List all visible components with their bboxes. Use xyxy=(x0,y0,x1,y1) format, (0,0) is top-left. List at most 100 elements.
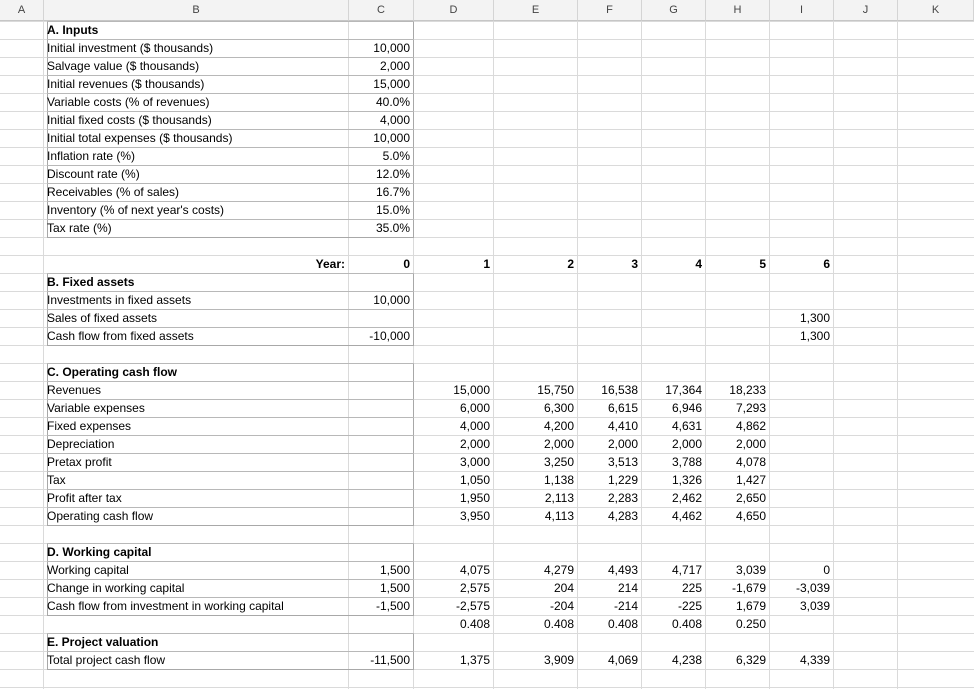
row-label[interactable]: Working capital xyxy=(44,562,349,579)
year-cell[interactable]: 0 xyxy=(349,256,414,273)
value-cell[interactable]: 4,339 xyxy=(770,652,834,669)
input-label[interactable]: Discount rate (%) xyxy=(44,166,349,183)
input-value[interactable]: 12.0% xyxy=(349,166,414,183)
value-cell[interactable]: 1,427 xyxy=(706,472,770,489)
value-cell[interactable]: 2,575 xyxy=(414,580,494,597)
row-label[interactable]: Variable expenses xyxy=(44,400,349,417)
row-label[interactable]: Total project cash flow xyxy=(44,652,349,669)
row-label[interactable]: Operating cash flow xyxy=(44,508,349,525)
value-cell[interactable]: 3,950 xyxy=(414,508,494,525)
value-cell[interactable]: 0.408 xyxy=(494,616,578,633)
value-cell[interactable]: 15,000 xyxy=(414,382,494,399)
value-cell[interactable]: 214 xyxy=(578,580,642,597)
value-cell[interactable]: 4,462 xyxy=(642,508,706,525)
value-cell[interactable]: 2,113 xyxy=(494,490,578,507)
row-label[interactable]: Revenues xyxy=(44,382,349,399)
year-cell[interactable]: 2 xyxy=(494,256,578,273)
input-label[interactable]: Initial total expenses ($ thousands) xyxy=(44,130,349,147)
value-cell[interactable]: 4,279 xyxy=(494,562,578,579)
year-cell[interactable]: 4 xyxy=(642,256,706,273)
value-cell[interactable]: 4,200 xyxy=(494,418,578,435)
value-cell[interactable]: 4,075 xyxy=(414,562,494,579)
column-header-d[interactable]: D xyxy=(414,0,494,21)
section-title[interactable]: E. Project valuation xyxy=(44,634,349,651)
year-cell[interactable]: 3 xyxy=(578,256,642,273)
input-label[interactable]: Salvage value ($ thousands) xyxy=(44,58,349,75)
value-cell[interactable]: 3,909 xyxy=(494,652,578,669)
value-cell[interactable]: 1,300 xyxy=(770,310,834,327)
column-header-j[interactable]: J xyxy=(834,0,898,21)
value-cell[interactable]: 204 xyxy=(494,580,578,597)
input-value[interactable]: 10,000 xyxy=(349,130,414,147)
row-label[interactable]: Change in working capital xyxy=(44,580,349,597)
value-cell[interactable]: 4,069 xyxy=(578,652,642,669)
value-cell[interactable]: 4,631 xyxy=(642,418,706,435)
value-cell[interactable]: -204 xyxy=(494,598,578,615)
value-cell[interactable]: -11,500 xyxy=(349,652,414,669)
value-cell[interactable]: 4,493 xyxy=(578,562,642,579)
input-label[interactable]: Initial fixed costs ($ thousands) xyxy=(44,112,349,129)
value-cell[interactable]: 1,138 xyxy=(494,472,578,489)
input-value[interactable]: 15,000 xyxy=(349,76,414,93)
input-value[interactable]: 15.0% xyxy=(349,202,414,219)
year-cell[interactable]: 5 xyxy=(706,256,770,273)
value-cell[interactable]: 225 xyxy=(642,580,706,597)
value-cell[interactable]: 3,250 xyxy=(494,454,578,471)
input-label[interactable]: Tax rate (%) xyxy=(44,220,349,237)
input-value[interactable]: 16.7% xyxy=(349,184,414,201)
value-cell[interactable]: 6,946 xyxy=(642,400,706,417)
value-cell[interactable]: 1,679 xyxy=(706,598,770,615)
input-label[interactable]: Inventory (% of next year's costs) xyxy=(44,202,349,219)
input-label[interactable]: Inflation rate (%) xyxy=(44,148,349,165)
value-cell[interactable]: 1,500 xyxy=(349,580,414,597)
value-cell[interactable]: 3,039 xyxy=(706,562,770,579)
value-cell[interactable]: 1,326 xyxy=(642,472,706,489)
value-cell[interactable]: 18,233 xyxy=(706,382,770,399)
value-cell[interactable]: 6,000 xyxy=(414,400,494,417)
value-cell[interactable]: 16,538 xyxy=(578,382,642,399)
section-title[interactable]: B. Fixed assets xyxy=(44,274,349,291)
value-cell[interactable]: 0.408 xyxy=(414,616,494,633)
value-cell[interactable]: 6,329 xyxy=(706,652,770,669)
value-cell[interactable]: -10,000 xyxy=(349,328,414,345)
value-cell[interactable]: 4,078 xyxy=(706,454,770,471)
input-value[interactable]: 4,000 xyxy=(349,112,414,129)
value-cell[interactable]: 4,283 xyxy=(578,508,642,525)
column-header-e[interactable]: E xyxy=(494,0,578,21)
value-cell[interactable]: 2,650 xyxy=(706,490,770,507)
year-cell[interactable]: 6 xyxy=(770,256,834,273)
value-cell[interactable]: 2,000 xyxy=(414,436,494,453)
input-value[interactable]: 40.0% xyxy=(349,94,414,111)
value-cell[interactable]: -214 xyxy=(578,598,642,615)
input-label[interactable]: Initial revenues ($ thousands) xyxy=(44,76,349,93)
row-label[interactable]: Profit after tax xyxy=(44,490,349,507)
row-label[interactable]: Cash flow from fixed assets xyxy=(44,328,349,345)
column-header-k[interactable]: K xyxy=(898,0,974,21)
section-title[interactable]: A. Inputs xyxy=(44,22,349,39)
section-title[interactable]: D. Working capital xyxy=(44,544,349,561)
value-cell[interactable]: 4,862 xyxy=(706,418,770,435)
row-label[interactable]: Investments in fixed assets xyxy=(44,292,349,309)
value-cell[interactable]: 0.408 xyxy=(642,616,706,633)
value-cell[interactable]: 1,300 xyxy=(770,328,834,345)
row-label[interactable]: Depreciation xyxy=(44,436,349,453)
value-cell[interactable]: 17,364 xyxy=(642,382,706,399)
column-header-g[interactable]: G xyxy=(642,0,706,21)
value-cell[interactable]: 0 xyxy=(770,562,834,579)
row-label[interactable]: Sales of fixed assets xyxy=(44,310,349,327)
value-cell[interactable]: 3,513 xyxy=(578,454,642,471)
value-cell[interactable]: 2,000 xyxy=(578,436,642,453)
value-cell[interactable]: 4,000 xyxy=(414,418,494,435)
input-value[interactable]: 35.0% xyxy=(349,220,414,237)
value-cell[interactable]: 2,000 xyxy=(706,436,770,453)
input-label[interactable]: Receivables (% of sales) xyxy=(44,184,349,201)
value-cell[interactable]: 0.408 xyxy=(578,616,642,633)
input-label[interactable]: Variable costs (% of revenues) xyxy=(44,94,349,111)
value-cell[interactable]: 6,615 xyxy=(578,400,642,417)
input-value[interactable]: 10,000 xyxy=(349,40,414,57)
year-label[interactable]: Year: xyxy=(44,256,349,273)
value-cell[interactable]: 2,000 xyxy=(642,436,706,453)
value-cell[interactable]: 4,113 xyxy=(494,508,578,525)
value-cell[interactable]: 6,300 xyxy=(494,400,578,417)
column-header-c[interactable]: C xyxy=(349,0,414,21)
